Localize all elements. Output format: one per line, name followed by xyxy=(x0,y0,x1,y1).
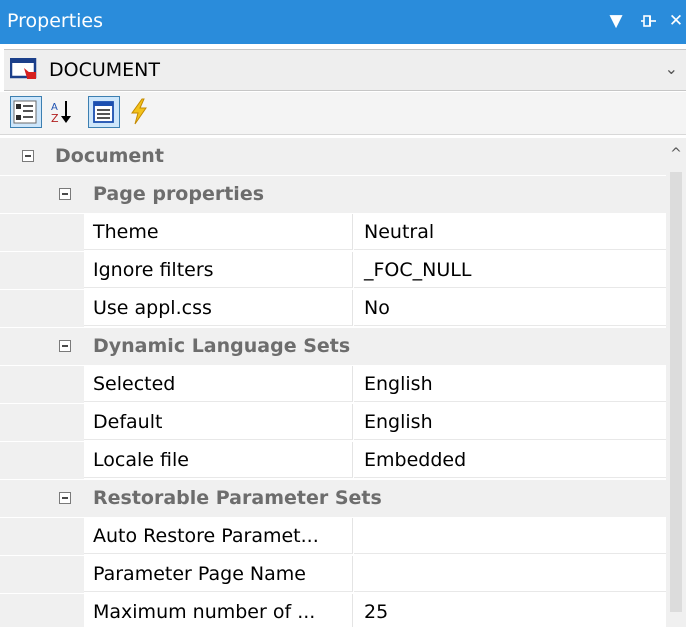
selected-object-name: DOCUMENT xyxy=(49,59,160,81)
category-label: Dynamic Language Sets xyxy=(93,335,351,357)
property-value[interactable] xyxy=(354,518,666,554)
category-row-restorable-parameter-sets[interactable]: Restorable Parameter Sets xyxy=(0,480,666,517)
property-row[interactable]: Selected English xyxy=(0,366,666,403)
category-row-page-properties[interactable]: Page properties xyxy=(0,176,666,213)
property-name: Parameter Page Name xyxy=(84,556,353,592)
category-label: Document xyxy=(55,145,164,167)
collapse-icon[interactable] xyxy=(59,340,71,352)
document-object-icon xyxy=(9,57,38,80)
property-row[interactable]: Default English xyxy=(0,404,666,441)
collapse-icon[interactable] xyxy=(59,188,71,200)
events-lightning-icon[interactable] xyxy=(124,96,156,128)
property-name: Default xyxy=(84,404,353,440)
dropdown-arrow-icon[interactable]: ▼ xyxy=(603,8,629,34)
property-name: Theme xyxy=(84,214,353,250)
property-value[interactable]: English xyxy=(354,404,666,440)
property-row[interactable]: Locale file Embedded xyxy=(0,442,666,479)
property-grid: Document Page properties Theme Neutral I… xyxy=(0,138,666,627)
pin-icon[interactable] xyxy=(636,8,662,34)
property-name: Selected xyxy=(84,366,353,402)
property-row[interactable]: Use appl.css No xyxy=(0,290,666,327)
property-row[interactable]: Theme Neutral xyxy=(0,214,666,251)
property-row[interactable]: Maximum number of ... 25 xyxy=(0,594,666,627)
property-value[interactable] xyxy=(354,556,666,592)
property-pages-icon[interactable] xyxy=(88,96,120,128)
property-name: Auto Restore Paramet... xyxy=(84,518,353,554)
close-icon[interactable]: ✕ xyxy=(666,8,686,34)
collapse-icon[interactable] xyxy=(22,150,34,162)
property-row[interactable]: Auto Restore Paramet... xyxy=(0,518,666,555)
property-row[interactable]: Parameter Page Name xyxy=(0,556,666,593)
category-row-dynamic-language-sets[interactable]: Dynamic Language Sets xyxy=(0,328,666,365)
property-value[interactable]: English xyxy=(354,366,666,402)
properties-toolbar: A Z xyxy=(0,92,686,135)
property-value[interactable]: Embedded xyxy=(354,442,666,478)
property-value[interactable]: No xyxy=(354,290,666,326)
property-value[interactable]: _FOC_NULL xyxy=(354,252,666,288)
chevron-down-icon[interactable]: ⌄ xyxy=(665,59,678,78)
category-label: Restorable Parameter Sets xyxy=(93,487,382,509)
property-value[interactable]: Neutral xyxy=(354,214,666,250)
properties-titlebar: Properties ▼ ✕ xyxy=(0,0,686,44)
scroll-up-icon[interactable]: ^ xyxy=(666,144,686,164)
vertical-scrollbar[interactable]: ^ xyxy=(666,138,686,627)
property-row[interactable]: Ignore filters _FOC_NULL xyxy=(0,252,666,289)
property-name: Maximum number of ... xyxy=(84,594,353,627)
property-name: Use appl.css xyxy=(84,290,353,326)
collapse-icon[interactable] xyxy=(59,492,71,504)
property-value[interactable]: 25 xyxy=(354,594,666,627)
scroll-thumb[interactable] xyxy=(670,172,682,612)
category-label: Page properties xyxy=(93,183,265,205)
property-name: Ignore filters xyxy=(84,252,353,288)
property-name: Locale file xyxy=(84,442,353,478)
categorized-view-icon[interactable] xyxy=(10,96,42,128)
category-row-document[interactable]: Document xyxy=(0,138,666,175)
object-selector[interactable]: DOCUMENT ⌄ xyxy=(4,49,686,91)
panel-title: Properties xyxy=(7,10,104,32)
alphabetical-sort-icon[interactable]: A Z xyxy=(46,96,78,128)
svg-text:Z: Z xyxy=(51,112,59,125)
